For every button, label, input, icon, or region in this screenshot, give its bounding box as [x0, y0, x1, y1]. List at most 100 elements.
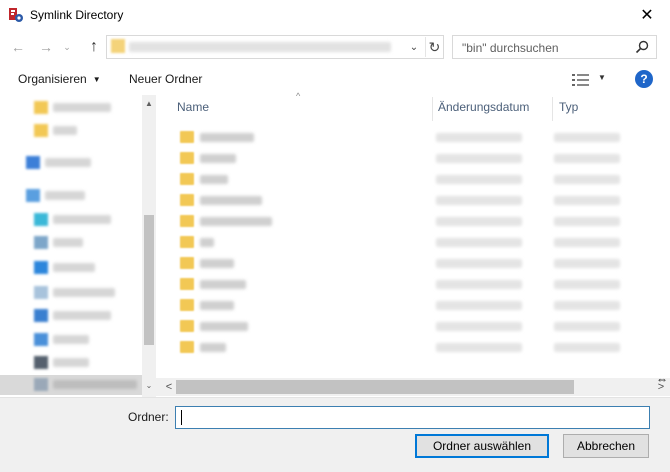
- nav-item[interactable]: [34, 98, 134, 118]
- file-list[interactable]: ^ Name Änderungsdatum Typ: [156, 91, 670, 397]
- folder-icon: [180, 278, 194, 290]
- folder-icon: [180, 320, 194, 332]
- file-date-blurred: [436, 343, 522, 352]
- file-name-blurred: [200, 175, 228, 184]
- nav-item-label-blurred: [45, 158, 91, 167]
- table-row[interactable]: [174, 191, 644, 211]
- refresh-button[interactable]: ↻: [425, 37, 443, 57]
- table-row[interactable]: [174, 296, 644, 316]
- address-dropdown-button[interactable]: ⌄: [405, 37, 423, 57]
- nav-item[interactable]: [34, 306, 134, 326]
- table-row[interactable]: [174, 317, 644, 337]
- nav-item-selected[interactable]: [0, 375, 142, 395]
- file-date-blurred: [436, 259, 522, 268]
- documents-icon: [34, 286, 48, 299]
- nav-item[interactable]: [34, 258, 134, 278]
- file-type-blurred: [554, 175, 620, 184]
- organize-button[interactable]: Organisieren ▼: [18, 72, 101, 86]
- folder-name-input[interactable]: [175, 406, 650, 429]
- file-type-blurred: [554, 322, 620, 331]
- search-box[interactable]: "bin" durchsuchen: [452, 35, 657, 59]
- navigation-pane[interactable]: ▲ ⌄: [0, 95, 156, 397]
- select-folder-button[interactable]: Ordner auswählen: [415, 434, 549, 458]
- details-view-icon: [572, 74, 589, 86]
- caret-down-icon: ▼: [598, 73, 606, 82]
- nav-item[interactable]: [34, 121, 134, 141]
- column-divider[interactable]: [552, 97, 553, 121]
- table-row[interactable]: [174, 149, 644, 169]
- file-type-blurred: [554, 280, 620, 289]
- table-row[interactable]: [174, 233, 644, 253]
- new-folder-button[interactable]: Neuer Ordner: [129, 72, 202, 86]
- horizontal-scrollbar[interactable]: < >: [156, 378, 670, 396]
- scroll-thumb[interactable]: [176, 380, 574, 394]
- arrow-right-icon: →: [39, 39, 53, 55]
- arrow-left-icon: ←: [11, 39, 25, 55]
- column-header-type[interactable]: Typ: [559, 100, 578, 114]
- file-date-blurred: [436, 238, 522, 247]
- column-divider[interactable]: [432, 97, 433, 121]
- folder-icon: [180, 131, 194, 143]
- cancel-button[interactable]: Abbrechen: [563, 434, 649, 458]
- sort-indicator-icon: ^: [296, 91, 301, 101]
- table-row[interactable]: [174, 212, 644, 232]
- videos-icon: [34, 356, 48, 369]
- command-bar: Organisieren ▼ Neuer Ordner ▼ ?: [0, 66, 670, 94]
- up-button[interactable]: ↑: [84, 36, 104, 58]
- table-row[interactable]: [174, 128, 644, 148]
- file-date-blurred: [436, 133, 522, 142]
- file-type-blurred: [554, 301, 620, 310]
- nav-item-label-blurred: [53, 215, 111, 224]
- breadcrumb[interactable]: [111, 40, 403, 54]
- new-folder-label: Neuer Ordner: [129, 72, 203, 86]
- scroll-down-icon[interactable]: ⌄: [142, 379, 156, 393]
- nav-item[interactable]: [34, 353, 134, 373]
- nav-item-label-blurred: [53, 238, 83, 247]
- table-row[interactable]: [174, 275, 644, 295]
- file-name-blurred: [200, 280, 246, 289]
- scroll-left-icon[interactable]: <: [162, 378, 176, 396]
- help-button[interactable]: ?: [635, 70, 653, 88]
- close-icon: ✕: [640, 7, 654, 24]
- nav-item[interactable]: [34, 233, 134, 253]
- table-row[interactable]: [174, 338, 644, 358]
- computer-icon: [26, 189, 40, 202]
- drive-icon: [34, 378, 48, 391]
- back-button[interactable]: ←: [8, 36, 28, 58]
- file-name-blurred: [200, 196, 262, 205]
- scroll-up-icon[interactable]: ▲: [142, 97, 156, 111]
- folder-icon: [180, 341, 194, 353]
- file-name-blurred: [200, 301, 234, 310]
- address-bar[interactable]: ⌄ ↻: [106, 35, 444, 59]
- nav-item[interactable]: [34, 210, 134, 230]
- nav-item[interactable]: [34, 283, 134, 303]
- forward-button[interactable]: →: [36, 36, 56, 58]
- file-name-blurred: [200, 238, 214, 247]
- nav-item[interactable]: [26, 186, 136, 206]
- table-row[interactable]: [174, 170, 644, 190]
- file-name-blurred: [200, 217, 272, 226]
- folder-icon: [180, 194, 194, 206]
- table-row[interactable]: [174, 254, 644, 274]
- column-header-date[interactable]: Änderungsdatum: [438, 100, 529, 114]
- close-button[interactable]: ✕: [624, 0, 670, 30]
- arrow-up-icon: ↑: [90, 38, 98, 55]
- file-name-blurred: [200, 154, 236, 163]
- file-date-blurred: [436, 217, 522, 226]
- chevron-down-icon: ⌄: [63, 41, 71, 52]
- nav-item[interactable]: [26, 153, 136, 173]
- nav-vertical-scrollbar[interactable]: ▲ ⌄: [142, 95, 156, 397]
- dialog-footer: Ordner: Ordner auswählen Abbrechen: [0, 397, 670, 472]
- file-name-blurred: [200, 322, 248, 331]
- nav-item[interactable]: [34, 330, 134, 350]
- scroll-thumb[interactable]: [144, 215, 154, 345]
- file-date-blurred: [436, 322, 522, 331]
- search-icon[interactable]: [634, 39, 650, 55]
- search-input[interactable]: "bin" durchsuchen: [462, 41, 559, 55]
- folder-icon: [34, 101, 48, 114]
- column-header-name[interactable]: Name: [177, 100, 209, 114]
- breadcrumb-blurred: [129, 42, 391, 52]
- recent-locations-button[interactable]: ⌄: [60, 36, 74, 58]
- view-options-button[interactable]: ▼: [570, 72, 610, 88]
- nav-item-label-blurred: [53, 380, 137, 389]
